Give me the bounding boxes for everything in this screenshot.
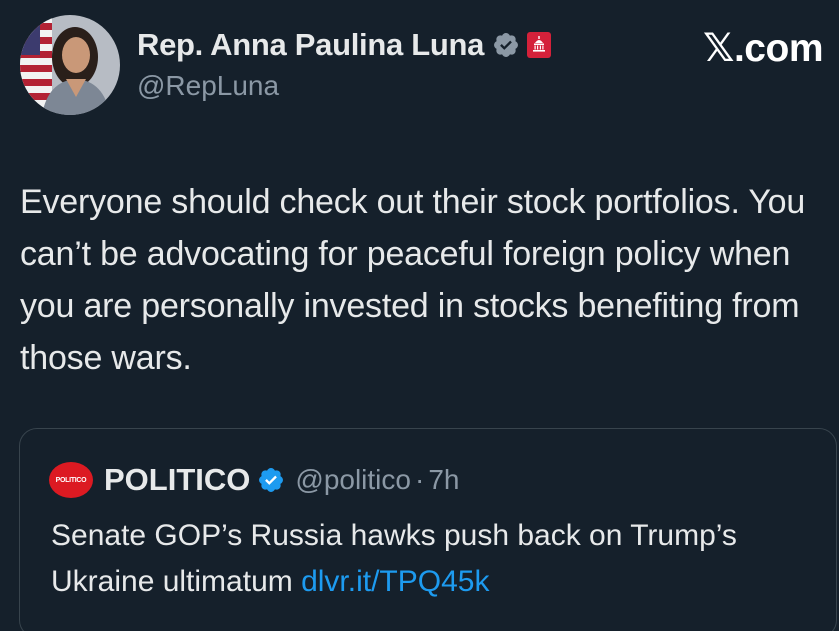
tweet-text: Everyone should check out their stock po… [20,183,806,377]
quoted-tweet-card[interactable]: POLITICO POLITICO @politico · 7h Senate … [19,428,837,631]
quoted-timestamp[interactable]: 7h [428,464,459,496]
quoted-display-name[interactable]: POLITICO [104,462,250,498]
author-handle[interactable]: @RepLuna [137,70,279,102]
x-logo-text: .com [733,27,824,70]
quoted-handle[interactable]: @politico [295,464,411,496]
separator-dot: · [414,464,425,495]
x-com-logo: 𝕏.com [703,26,823,71]
author-avatar[interactable] [20,15,120,115]
quoted-tweet-header: POLITICO POLITICO @politico · 7h [49,460,459,500]
author-display-name[interactable]: Rep. Anna Paulina Luna [137,27,484,63]
author-avatar-image [20,15,120,115]
gop-capitol-icon [527,32,552,58]
x-logo-icon: 𝕏 [703,26,734,71]
politico-avatar[interactable]: POLITICO [49,462,93,498]
author-name-row: Rep. Anna Paulina Luna [137,20,552,70]
verified-blue-icon [259,468,284,492]
verified-gray-icon [494,33,519,57]
quoted-tweet-link[interactable]: dlvr.it/TPQ45k [301,565,489,598]
quoted-tweet-text: Senate GOP’s Russia hawks push back on T… [51,513,811,605]
